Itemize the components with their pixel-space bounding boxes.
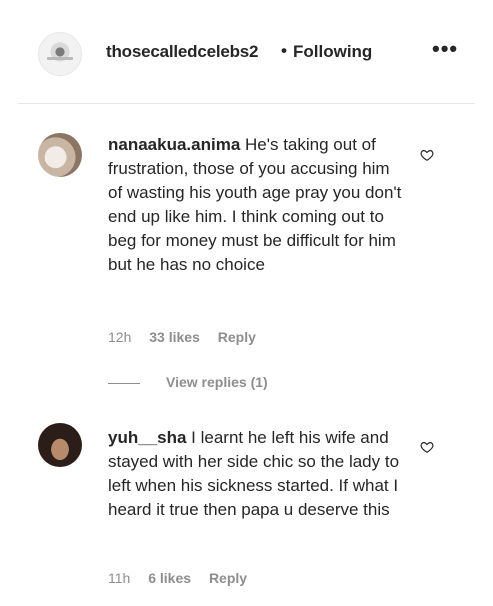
reply-button[interactable]: Reply	[218, 329, 256, 345]
following-button[interactable]: Following	[293, 42, 372, 62]
comment-time: 12h	[108, 329, 132, 345]
comment-time: 11h	[108, 570, 131, 586]
logo-mark	[47, 57, 73, 60]
avatar[interactable]	[38, 32, 82, 76]
comment-body: He's taking out of frustration, those of…	[108, 135, 402, 274]
comment-meta: 11h 6 likes Reply	[108, 570, 261, 586]
reply-button[interactable]: Reply	[209, 570, 247, 586]
more-options-icon[interactable]: •••	[432, 36, 458, 62]
comment-username[interactable]: nanaakua.anima	[108, 135, 240, 154]
post-username[interactable]: thosecalledcelebs2	[106, 42, 259, 62]
avatar[interactable]	[38, 133, 82, 177]
comment-meta: 12h 33 likes Reply	[108, 329, 270, 345]
comment-username[interactable]: yuh__sha	[108, 428, 186, 447]
separator-dot: •	[281, 41, 287, 60]
heart-outline-icon[interactable]	[420, 440, 434, 454]
replies-line	[108, 383, 140, 384]
comment-text: yuh__sha I learnt he left his wife and s…	[108, 426, 408, 522]
comment-likes[interactable]: 33 likes	[149, 329, 200, 345]
comment-text: nanaakua.anima He's taking out of frustr…	[108, 133, 408, 277]
heart-outline-icon[interactable]	[420, 148, 434, 162]
header-divider	[18, 103, 475, 104]
comment-likes[interactable]: 6 likes	[148, 570, 191, 586]
view-replies-button[interactable]: View replies (1)	[166, 374, 268, 390]
post-header: thosecalledcelebs2 • Following •••	[0, 0, 493, 103]
avatar[interactable]	[38, 423, 82, 467]
